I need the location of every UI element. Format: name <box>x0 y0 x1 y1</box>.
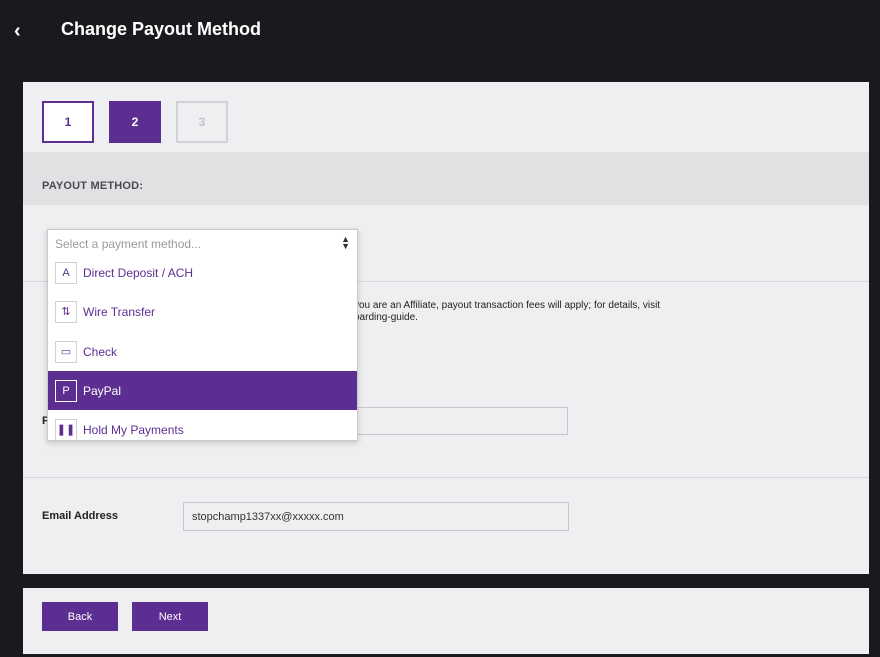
option-direct-deposit[interactable]: A Direct Deposit / ACH <box>48 253 357 292</box>
option-label: Direct Deposit / ACH <box>83 265 194 280</box>
pause-icon: ❚❚ <box>55 418 77 440</box>
step-2-active[interactable]: 2 <box>109 101 161 143</box>
next-button[interactable]: Next <box>132 602 208 631</box>
option-paypal[interactable]: P PayPal <box>48 371 357 410</box>
divider <box>23 477 869 478</box>
chevron-left-icon[interactable]: ‹ <box>14 18 34 44</box>
option-label: PayPal <box>83 383 122 398</box>
option-hold-payments[interactable]: ❚❚ Hold My Payments <box>48 410 357 440</box>
page-title: Change Payout Method <box>61 19 262 39</box>
step-3[interactable]: 3 <box>176 101 228 143</box>
select-placeholder: Select a payment method... <box>55 237 202 251</box>
transfer-icon: ⇅ <box>55 300 77 323</box>
email-address-label: Email Address <box>42 510 119 522</box>
check-icon: ▭ <box>55 340 77 363</box>
option-check[interactable]: ▭ Check <box>48 332 357 371</box>
option-label: Hold My Payments <box>83 422 184 437</box>
step-1[interactable]: 1 <box>42 101 94 143</box>
bank-icon: A <box>55 261 77 284</box>
option-label: Wire Transfer <box>83 304 156 319</box>
select-arrows-icon: ▲ ▼ <box>341 234 350 251</box>
payment-method-dropdown[interactable]: Select a payment method... ▲ ▼ A Direct D… <box>47 229 358 441</box>
option-wire-transfer[interactable]: ⇅ Wire Transfer <box>48 292 357 331</box>
option-label: Check <box>83 344 118 359</box>
payout-method-header: PAYOUT METHOD: <box>23 152 869 205</box>
footer-actions: Back Next <box>23 588 869 654</box>
back-button[interactable]: Back <box>42 602 118 631</box>
paypal-icon: P <box>55 379 77 402</box>
top-bar: ‹ Change Payout Method <box>0 0 880 62</box>
email-address-input[interactable] <box>183 502 569 531</box>
payout-method-label: PAYOUT METHOD: <box>42 180 144 192</box>
